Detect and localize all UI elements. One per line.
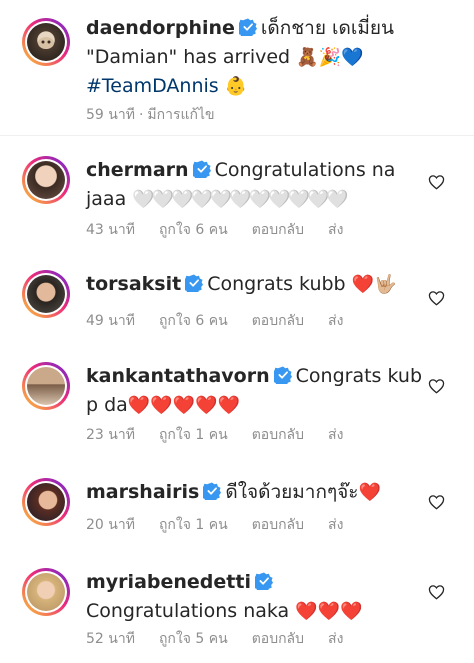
comment-row: kankantathavorn Congrats kub p da❤️❤️❤️❤️… bbox=[0, 362, 474, 452]
avatar-daendorphine[interactable] bbox=[22, 18, 70, 66]
comment-emoji-heart-rock: ❤️🤟🏼 bbox=[351, 274, 397, 295]
verified-icon bbox=[193, 160, 211, 178]
comment-emoji-red-hearts: ❤️❤️❤️❤️❤️ bbox=[127, 395, 240, 416]
verified-icon bbox=[274, 366, 292, 384]
comment-likes[interactable]: ถูกใจ 1 คน bbox=[159, 427, 228, 443]
comment-row: torsaksit Congrats kubb ❤️🤟🏼 49 นาที ถูกใจ… bbox=[0, 266, 474, 346]
like-heart-icon[interactable] bbox=[428, 494, 445, 510]
comment-meta: 52 นาที ถูกใจ 5 คน ตอบกลับ ส่ง bbox=[86, 628, 367, 650]
verified-icon bbox=[255, 572, 273, 590]
comment-time: 52 นาที bbox=[86, 631, 135, 647]
comment-text: kankantathavorn Congrats kub p da❤️❤️❤️❤️… bbox=[86, 362, 428, 420]
comment-emoji-white-hearts: 🤍🤍🤍🤍🤍🤍🤍🤍🤍🤍🤍 bbox=[132, 189, 349, 210]
comment-body: Congrats kubb bbox=[207, 273, 346, 295]
divider bbox=[0, 135, 474, 136]
caption-meta: 59 นาที · มีการแก้ไข bbox=[86, 104, 239, 126]
comment-username[interactable]: myriabenedetti bbox=[86, 571, 251, 593]
comment-emoji-red-heart: ❤️ bbox=[358, 482, 381, 503]
caption-edited: มีการแก้ไข bbox=[147, 107, 215, 123]
comment-meta: 20 นาที ถูกใจ 1 คน ตอบกลับ ส่ง bbox=[86, 514, 367, 536]
like-heart-icon[interactable] bbox=[428, 290, 445, 306]
comment-time: 43 นาที bbox=[86, 222, 135, 238]
caption-line1: เด็กชาย เดเมี่ยน bbox=[260, 17, 394, 39]
caption: daendorphine เด็กชาย เดเมี่ยน "Damian" ha… bbox=[0, 0, 474, 135]
comment-likes[interactable]: ถูกใจ 1 คน bbox=[159, 517, 228, 533]
send-button[interactable]: ส่ง bbox=[328, 631, 343, 647]
comment-text: torsaksit Congrats kubb ❤️🤟🏼 bbox=[86, 270, 428, 299]
caption-hashtag[interactable]: #TeamDAnnis bbox=[86, 75, 219, 97]
like-heart-icon[interactable] bbox=[428, 378, 445, 394]
caption-emoji-teddy-party-heart: 🧸🎉💙 bbox=[296, 47, 364, 68]
comment-username[interactable]: chermarn bbox=[86, 159, 189, 181]
comment-body: ดีใจด้วยมากๆจ๊ะ bbox=[225, 481, 359, 503]
avatar-myriabenedetti[interactable] bbox=[22, 568, 70, 616]
send-button[interactable]: ส่ง bbox=[328, 313, 343, 329]
comment-body: Congratulations naka bbox=[86, 600, 290, 622]
comment-meta: 43 นาที ถูกใจ 6 คน ตอบกลับ ส่ง bbox=[86, 219, 367, 241]
avatar-chermarn[interactable] bbox=[22, 156, 70, 204]
comment-row: marshairis ดีใจด้วยมากๆจ๊ะ❤️ 20 นาที ถูกใจ… bbox=[0, 476, 474, 551]
caption-time: 59 นาที bbox=[86, 107, 135, 123]
caption-text: daendorphine เด็กชาย เดเมี่ยน "Damian" ha… bbox=[86, 14, 428, 101]
caption-username[interactable]: daendorphine bbox=[86, 17, 235, 39]
reply-button[interactable]: ตอบกลับ bbox=[252, 517, 304, 533]
caption-separator: · bbox=[138, 107, 144, 123]
avatar-torsaksit[interactable] bbox=[22, 270, 70, 318]
reply-button[interactable]: ตอบกลับ bbox=[252, 631, 304, 647]
comment-text: myriabenedetti Congratulations naka ❤️❤️❤… bbox=[86, 568, 428, 626]
comment-meta: 49 นาที ถูกใจ 6 คน ตอบกลับ ส่ง bbox=[86, 310, 367, 332]
comment-meta: 23 นาที ถูกใจ 1 คน ตอบกลับ ส่ง bbox=[86, 424, 367, 446]
comment-time: 20 นาที bbox=[86, 517, 135, 533]
comment-likes[interactable]: ถูกใจ 6 คน bbox=[159, 313, 228, 329]
comment-text: chermarn Congratulations na jaaa 🤍🤍🤍🤍🤍🤍🤍🤍… bbox=[86, 156, 428, 214]
like-heart-icon[interactable] bbox=[428, 584, 445, 600]
verified-icon bbox=[203, 482, 221, 500]
comment-time: 23 นาที bbox=[86, 427, 135, 443]
comment-time: 49 นาที bbox=[86, 313, 135, 329]
send-button[interactable]: ส่ง bbox=[328, 517, 343, 533]
send-button[interactable]: ส่ง bbox=[328, 427, 343, 443]
reply-button[interactable]: ตอบกลับ bbox=[252, 222, 304, 238]
profile-photo bbox=[38, 37, 54, 49]
comment-likes[interactable]: ถูกใจ 5 คน bbox=[159, 631, 228, 647]
comment-username[interactable]: torsaksit bbox=[86, 273, 181, 295]
comment-username[interactable]: marshairis bbox=[86, 481, 199, 503]
reply-button[interactable]: ตอบกลับ bbox=[252, 427, 304, 443]
comment-text: marshairis ดีใจด้วยมากๆจ๊ะ❤️ bbox=[86, 478, 428, 507]
like-heart-icon[interactable] bbox=[428, 174, 445, 190]
avatar-marshairis[interactable] bbox=[22, 478, 70, 526]
comment-emoji-red-hearts: ❤️❤️❤️ bbox=[295, 601, 363, 622]
comment-row: myriabenedetti Congratulations naka ❤️❤️❤… bbox=[0, 566, 474, 661]
comment-likes[interactable]: ถูกใจ 6 คน bbox=[159, 222, 228, 238]
caption-line2: "Damian" has arrived bbox=[86, 46, 291, 68]
comment-row: chermarn Congratulations na jaaa 🤍🤍🤍🤍🤍🤍🤍🤍… bbox=[0, 152, 474, 247]
avatar-kankantathavorn[interactable] bbox=[22, 362, 70, 410]
verified-icon bbox=[239, 18, 257, 36]
send-button[interactable]: ส่ง bbox=[328, 222, 343, 238]
caption-emoji-baby: 👶 bbox=[224, 76, 248, 97]
reply-button[interactable]: ตอบกลับ bbox=[252, 313, 304, 329]
comment-username[interactable]: kankantathavorn bbox=[86, 365, 270, 387]
verified-icon bbox=[185, 274, 203, 292]
